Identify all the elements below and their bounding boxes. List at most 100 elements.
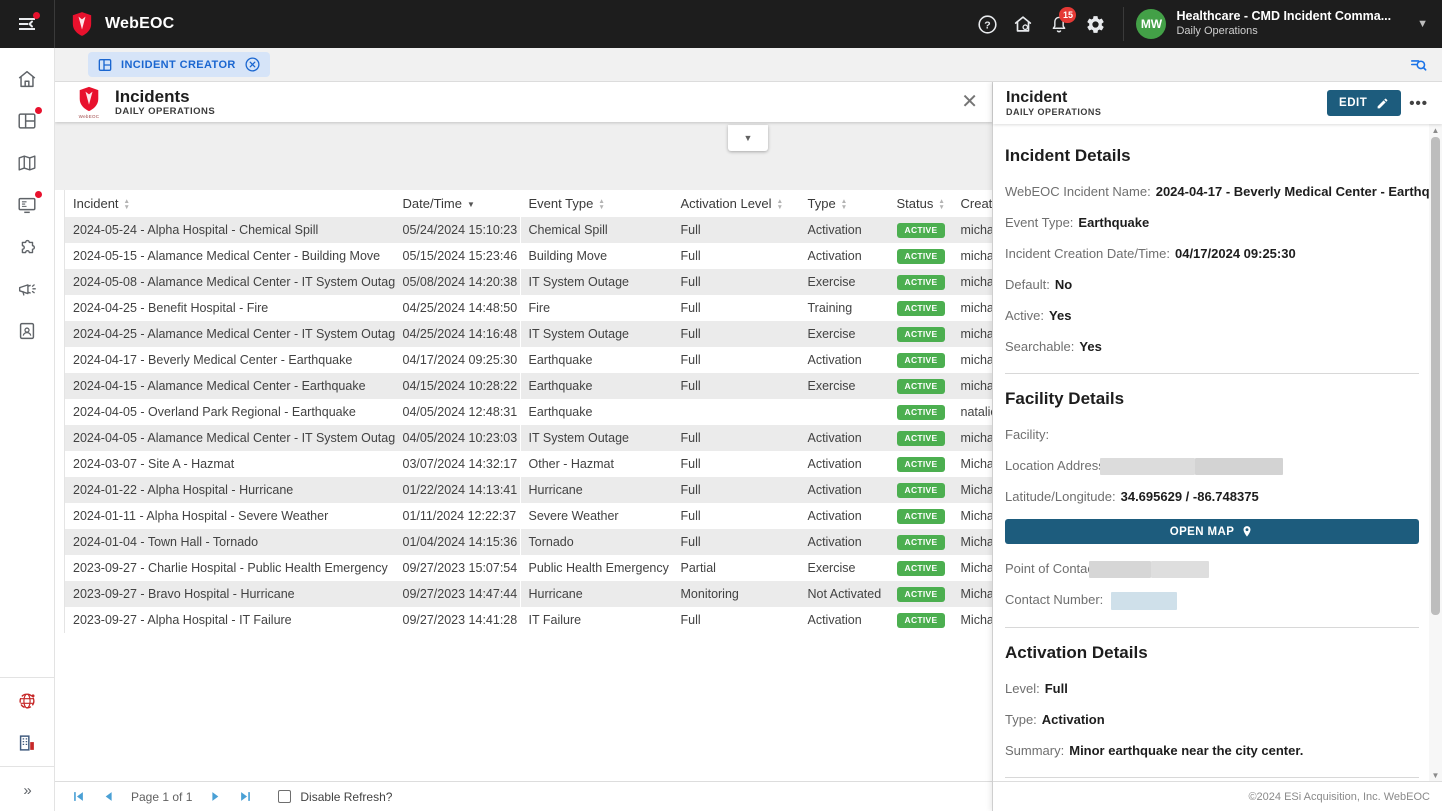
field-label: Searchable: bbox=[1005, 339, 1074, 354]
close-icon[interactable]: ✕ bbox=[961, 92, 978, 112]
chevron-down-icon[interactable]: ▼ bbox=[1417, 18, 1428, 30]
incident-row[interactable]: 2024-05-15 - Alamance Medical Center - B… bbox=[65, 243, 993, 269]
scroll-down-arrow[interactable]: ▼ bbox=[1429, 769, 1442, 781]
redacted-block bbox=[1195, 458, 1283, 475]
column-header-status[interactable]: Status▲▼ bbox=[889, 190, 953, 217]
field-value: 2024-04-17 - Beverly Medical Center - Ea… bbox=[1156, 184, 1429, 199]
sidebar-item-announcements[interactable] bbox=[0, 268, 55, 310]
notifications-button[interactable]: 15 bbox=[1041, 6, 1077, 42]
status-cell: ACTIVE bbox=[889, 529, 953, 555]
incident-row[interactable]: 2024-01-11 - Alpha Hospital - Severe Wea… bbox=[65, 503, 993, 529]
incident-row[interactable]: 2024-03-07 - Site A - Hazmat03/07/2024 1… bbox=[65, 451, 993, 477]
detail-field: Latitude/Longitude:34.695629 / -86.74837… bbox=[1005, 488, 1419, 506]
section-divider bbox=[1005, 627, 1419, 628]
incident-row[interactable]: 2024-04-17 - Beverly Medical Center - Ea… bbox=[65, 347, 993, 373]
incident-row[interactable]: 2024-05-24 - Alpha Hospital - Chemical S… bbox=[65, 217, 993, 243]
cell: 04/25/2024 14:48:50 bbox=[395, 295, 521, 321]
tab-label: INCIDENT CREATOR bbox=[121, 59, 236, 71]
cell: IT System Outage bbox=[521, 425, 673, 451]
previous-page-button[interactable] bbox=[93, 786, 123, 808]
incident-row[interactable]: 2024-04-25 - Alamance Medical Center - I… bbox=[65, 321, 993, 347]
sidebar-item-organization[interactable] bbox=[0, 722, 55, 764]
sidebar-expand-button[interactable]: » bbox=[0, 769, 55, 811]
more-options-icon[interactable]: ••• bbox=[1409, 95, 1428, 112]
first-page-button[interactable] bbox=[63, 786, 93, 808]
status-cell: ACTIVE bbox=[889, 503, 953, 529]
home-settings-button[interactable] bbox=[1005, 6, 1041, 42]
sidebar-item-status-board[interactable] bbox=[0, 184, 55, 226]
expand-toolbar-button[interactable]: ▼ bbox=[728, 125, 768, 151]
cell: 05/15/2024 15:23:46 bbox=[395, 243, 521, 269]
tab-incident-creator[interactable]: INCIDENT CREATOR bbox=[88, 52, 270, 77]
board-toolbar-area: ▼ bbox=[55, 122, 992, 190]
page-indicator: Page 1 of 1 bbox=[131, 790, 192, 804]
incident-row[interactable]: 2024-04-15 - Alamance Medical Center - E… bbox=[65, 373, 993, 399]
incident-row[interactable]: 2024-04-05 - Alamance Medical Center - I… bbox=[65, 425, 993, 451]
column-header-date-time[interactable]: Date/Time▼ bbox=[395, 190, 521, 217]
next-page-button[interactable] bbox=[200, 786, 230, 808]
shield-logo-icon bbox=[77, 86, 101, 112]
incident-row[interactable]: 2024-01-22 - Alpha Hospital - Hurricane0… bbox=[65, 477, 993, 503]
cell: 04/17/2024 09:25:30 bbox=[395, 347, 521, 373]
global-network-icon bbox=[16, 690, 38, 712]
cell: Activation bbox=[800, 217, 889, 243]
sidebar-item-boards[interactable] bbox=[0, 100, 55, 142]
status-cell: ACTIVE bbox=[889, 243, 953, 269]
section-heading-incident-details: Incident Details bbox=[1005, 146, 1419, 166]
column-header-event-type[interactable]: Event Type▲▼ bbox=[521, 190, 673, 217]
incident-row[interactable]: 2024-04-25 - Benefit Hospital - Fire04/2… bbox=[65, 295, 993, 321]
cell: 04/05/2024 12:48:31 bbox=[395, 399, 521, 425]
incident-row[interactable]: 2024-05-08 - Alamance Medical Center - I… bbox=[65, 269, 993, 295]
cell: 04/15/2024 10:28:22 bbox=[395, 373, 521, 399]
account-menu[interactable]: Healthcare - CMD Incident Comma... Daily… bbox=[1176, 9, 1391, 39]
column-header-activation-level[interactable]: Activation Level▲▼ bbox=[673, 190, 800, 217]
status-badge: ACTIVE bbox=[897, 457, 946, 472]
disable-refresh-checkbox[interactable] bbox=[278, 790, 291, 803]
incident-row[interactable]: 2023-09-27 - Charlie Hospital - Public H… bbox=[65, 555, 993, 581]
cell: 2024-04-05 - Alamance Medical Center - I… bbox=[65, 425, 395, 451]
field-label: Type: bbox=[1005, 712, 1037, 727]
field-label: Summary: bbox=[1005, 743, 1064, 758]
menu-collapse-button[interactable] bbox=[0, 0, 55, 48]
cell: 2024-04-05 - Overland Park Regional - Ea… bbox=[65, 399, 395, 425]
incident-row[interactable]: 2023-09-27 - Bravo Hospital - Hurricane0… bbox=[65, 581, 993, 607]
column-header-type[interactable]: Type▲▼ bbox=[800, 190, 889, 217]
incident-row[interactable]: 2023-09-27 - Alpha Hospital - IT Failure… bbox=[65, 607, 993, 633]
column-header-incident[interactable]: Incident▲▼ bbox=[65, 190, 395, 217]
sort-icon: ▲▼ bbox=[777, 199, 783, 211]
scroll-up-arrow[interactable]: ▲ bbox=[1429, 124, 1442, 136]
sidebar-item-plugins[interactable] bbox=[0, 226, 55, 268]
disable-refresh-control[interactable]: Disable Refresh? bbox=[278, 790, 392, 804]
webeoc-board-logo: WebEOC bbox=[77, 86, 101, 119]
filter-search-button[interactable] bbox=[1409, 55, 1428, 74]
edit-button[interactable]: EDIT bbox=[1327, 90, 1401, 116]
last-page-button[interactable] bbox=[230, 786, 260, 808]
cell: 2023-09-27 - Bravo Hospital - Hurricane bbox=[65, 581, 395, 607]
sidebar-item-home[interactable] bbox=[0, 58, 55, 100]
incident-row[interactable]: 2024-01-04 - Town Hall - Tornado01/04/20… bbox=[65, 529, 993, 555]
board-title: Incidents bbox=[115, 87, 215, 106]
status-badge: ACTIVE bbox=[897, 275, 946, 290]
sort-icon: ▲▼ bbox=[938, 199, 944, 211]
help-button[interactable]: ? bbox=[969, 6, 1005, 42]
cell: 2024-03-07 - Site A - Hazmat bbox=[65, 451, 395, 477]
close-circle-icon[interactable] bbox=[244, 56, 261, 73]
settings-button[interactable] bbox=[1077, 6, 1113, 42]
field-label: Point of Contact: bbox=[1005, 561, 1101, 576]
column-label: Event Type bbox=[529, 196, 594, 211]
avatar[interactable]: MW bbox=[1136, 9, 1166, 39]
cell: micha bbox=[953, 217, 993, 243]
sidebar-item-global-network[interactable] bbox=[0, 680, 55, 722]
sidebar-item-contacts[interactable] bbox=[0, 310, 55, 352]
detail-scrollbar[interactable]: ▲ ▼ bbox=[1429, 124, 1442, 781]
plugins-icon bbox=[16, 236, 38, 258]
scrollbar-thumb[interactable] bbox=[1431, 137, 1440, 615]
column-header-created-by[interactable]: Created By▲▼ bbox=[953, 190, 993, 217]
open-map-button[interactable]: OPEN MAP bbox=[1005, 519, 1419, 544]
sidebar-item-maps[interactable] bbox=[0, 142, 55, 184]
status-board-alert-dot bbox=[35, 191, 42, 198]
cell: Partial bbox=[673, 555, 800, 581]
menu-alert-dot bbox=[33, 12, 40, 19]
incident-row[interactable]: 2024-04-05 - Overland Park Regional - Ea… bbox=[65, 399, 993, 425]
redacted-block bbox=[1089, 561, 1151, 578]
